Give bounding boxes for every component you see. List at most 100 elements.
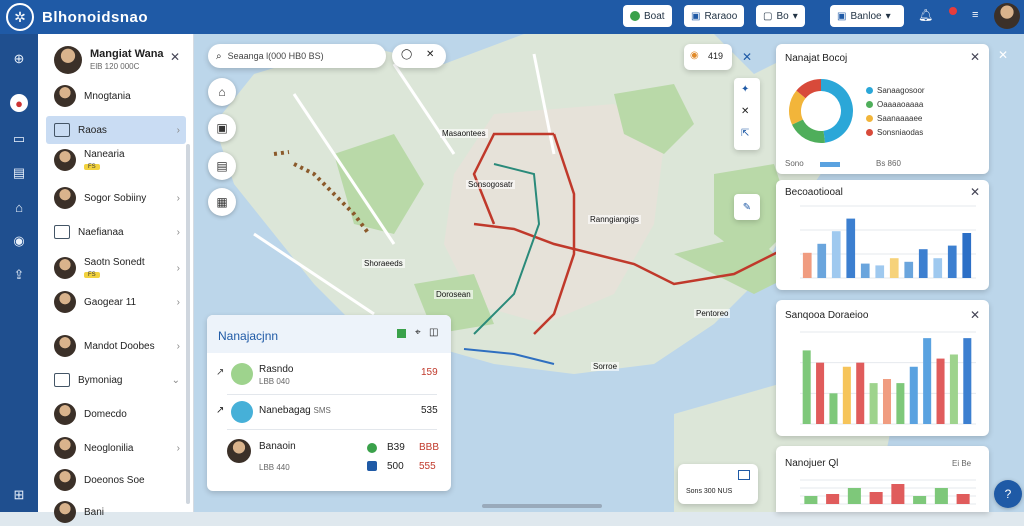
banloe-dropdown[interactable]: ▣ Banloe ▾ xyxy=(830,5,904,27)
bar-card-1: Becoaotiooal ✕ xyxy=(776,180,989,290)
close-icon[interactable]: ✕ xyxy=(998,48,1008,62)
share-icon[interactable] xyxy=(397,329,406,338)
bo-button[interactable]: ▢ Bo ▾ xyxy=(756,5,805,27)
sidebar-item-5[interactable]: Saotn Sonedt FS › xyxy=(46,254,186,282)
globe-icon[interactable]: ⊕ xyxy=(10,50,28,68)
close-icon[interactable]: ✕ xyxy=(742,50,752,64)
layers-icon[interactable]: ⌂ xyxy=(208,78,236,106)
sidebar: Mangiat Wana ElB 120 000C ✕ Mnogtania Ra… xyxy=(38,34,194,523)
card-icon xyxy=(54,373,70,387)
sidebar-item-1[interactable]: Raoas › xyxy=(46,116,186,144)
legend-item: Sanaagosoor xyxy=(866,86,925,95)
sidebar-item-0[interactable]: Mnogtania xyxy=(46,82,186,110)
bar xyxy=(802,252,812,278)
map-popup[interactable]: Sons 300 NUS xyxy=(678,464,758,504)
bar xyxy=(856,362,865,424)
bar xyxy=(831,231,841,278)
status-dot xyxy=(367,443,377,453)
document-icon[interactable]: ▤ xyxy=(10,164,28,182)
pie-slice xyxy=(821,79,853,143)
avatar xyxy=(54,403,76,425)
settings-icon[interactable]: ≡ xyxy=(972,9,978,21)
close-icon[interactable]: ✕ xyxy=(170,50,180,64)
profile-icon[interactable]: ● xyxy=(10,94,28,112)
map-scrollbar[interactable] xyxy=(482,504,602,508)
profile-avatar[interactable] xyxy=(54,46,82,74)
poi-counter[interactable]: ◉ 419 xyxy=(684,44,732,70)
sidebar-item-7[interactable]: Mandot Doobes › xyxy=(46,332,186,360)
help-icon[interactable]: ? xyxy=(994,480,1022,508)
sidebar-scrollbar[interactable] xyxy=(186,144,190,504)
raraoo-button[interactable]: ▣ Raraoo xyxy=(684,5,745,27)
bar xyxy=(817,243,827,278)
search-input[interactable]: Seaanga l(000 HB0 BS) xyxy=(228,51,324,61)
pin-icon: ◉ xyxy=(690,50,699,61)
bar xyxy=(918,249,928,278)
dollar-icon[interactable]: ◉ xyxy=(10,232,28,250)
bar xyxy=(933,258,943,278)
app-title: Blhonoidsnao xyxy=(42,8,148,26)
avatar xyxy=(54,187,76,209)
sidebar-item-4[interactable]: Naefianaa › xyxy=(46,218,186,246)
bar xyxy=(860,263,870,278)
row-arrow-icon: ↗ xyxy=(216,367,225,378)
sidebar-item-2[interactable]: Nanearia FS xyxy=(46,146,186,174)
sidebar-item-12[interactable]: Bani xyxy=(46,498,186,526)
sidebar-item-10[interactable]: Neoglonilia › xyxy=(46,434,186,462)
bar-card-2: Sanqooa Doraeioo ✕ xyxy=(776,300,989,436)
export-icon[interactable]: ⇱ xyxy=(741,128,749,139)
sparkle-icon[interactable]: ✦ xyxy=(741,84,749,95)
map-label: Sorroe xyxy=(591,362,620,371)
bar xyxy=(869,383,878,424)
edit-icon[interactable]: ✎ xyxy=(734,194,760,220)
sidebar-item-3[interactable]: Sogor Sobiiny › xyxy=(46,184,186,212)
sidebar-item-9[interactable]: Domecdo xyxy=(46,400,186,428)
chevron-right-icon: › xyxy=(176,124,180,136)
search-actions: ◯ ✕ xyxy=(392,44,446,68)
close-icon[interactable]: ✕ xyxy=(426,49,434,60)
camera-icon[interactable]: ▣ xyxy=(208,114,236,142)
export-icon[interactable]: ⇪ xyxy=(10,266,28,284)
bell-icon[interactable]: 🔔︎ xyxy=(918,8,933,22)
expand-icon[interactable]: ◫ xyxy=(429,327,438,338)
grid-icon[interactable]: ⊞ xyxy=(10,486,28,504)
search-box[interactable]: ⌕ Seaanga l(000 HB0 BS) xyxy=(208,44,386,68)
close-icon[interactable]: ✕ xyxy=(970,185,980,199)
card-icon xyxy=(54,225,70,239)
bar xyxy=(846,218,856,278)
sidebar-item-11[interactable]: Doeonos Soe xyxy=(46,466,186,494)
sidebar-item-8[interactable]: Bymoniag ⌄ xyxy=(46,366,186,394)
bar xyxy=(936,358,945,424)
building-icon[interactable]: ⌂ xyxy=(10,198,28,216)
pin-icon[interactable]: ⌖ xyxy=(415,327,421,338)
bus-icon[interactable]: ▤ xyxy=(208,152,236,180)
compass-icon[interactable]: ✲ xyxy=(6,3,34,31)
bar xyxy=(889,258,899,278)
cross-icon[interactable]: ✕ xyxy=(741,106,749,117)
bar xyxy=(891,484,905,504)
inbox-icon[interactable]: ▭ xyxy=(10,130,28,148)
boat-button[interactable]: Boat xyxy=(623,5,672,27)
close-icon[interactable]: ✕ xyxy=(970,50,980,64)
bar xyxy=(847,488,861,504)
user-avatar[interactable] xyxy=(994,3,1020,29)
sidebar-item-6[interactable]: Gaogear 11 › xyxy=(46,288,186,316)
bar xyxy=(909,366,918,424)
map-label: Pentoreo xyxy=(694,309,731,318)
bar xyxy=(963,338,972,424)
chat-icon[interactable]: ◯ xyxy=(401,49,412,60)
bar xyxy=(869,492,883,504)
bar xyxy=(949,354,958,424)
bar-chart-3 xyxy=(800,479,976,505)
close-icon[interactable]: ✕ xyxy=(970,308,980,322)
profile-sub: ElB 120 000C xyxy=(90,62,140,71)
bar xyxy=(804,496,818,504)
bar xyxy=(842,366,851,424)
bar xyxy=(882,379,892,424)
avatar xyxy=(54,335,76,357)
avatar xyxy=(227,439,251,463)
legend-item: Saanaaaaee xyxy=(866,114,925,123)
bag-icon[interactable]: ▦ xyxy=(208,188,236,216)
navigation-panel: Nanajacjnn ⌖ ◫ ↗ Rasndo LBB 040 159 ↗ Na… xyxy=(207,315,451,491)
bar-chart-2 xyxy=(800,331,976,425)
